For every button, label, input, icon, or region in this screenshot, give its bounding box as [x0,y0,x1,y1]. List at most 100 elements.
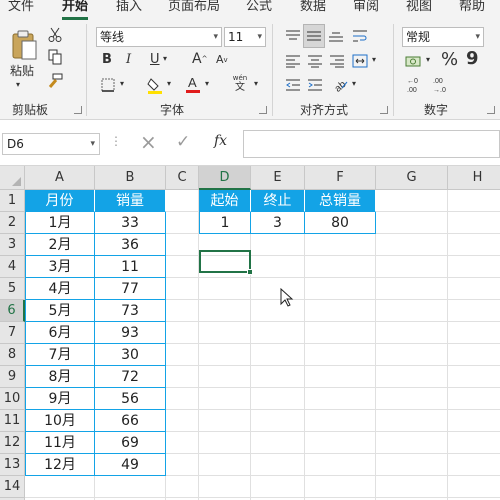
table1-data-cell[interactable]: 4月 [25,278,95,300]
orientation-icon[interactable]: ab [330,74,350,94]
cell-g8[interactable] [376,344,448,366]
row-header-8[interactable]: 8 [0,344,25,366]
cell-c3[interactable] [166,234,199,256]
column-header-b[interactable]: B [95,166,166,190]
font-launcher-icon[interactable] [259,106,267,114]
cell-f14[interactable] [305,476,376,498]
align-left-icon[interactable] [283,51,303,71]
cell-g10[interactable] [376,388,448,410]
underline-dropdown-icon[interactable]: ▾ [163,54,167,63]
row-header-7[interactable]: 7 [0,322,25,344]
italic-button[interactable]: I [126,52,131,67]
table1-data-cell[interactable]: 1月 [25,212,95,234]
cell-c8[interactable] [166,344,199,366]
bold-button[interactable]: B [102,52,112,67]
cell-d14[interactable] [199,476,251,498]
table1-data-cell[interactable]: 49 [95,454,166,476]
cell-e3[interactable] [251,234,305,256]
borders-icon[interactable] [100,77,116,93]
menu-tab-file[interactable]: 文件 [8,0,34,17]
merge-dropdown-icon[interactable]: ▾ [372,55,376,64]
menu-tab-view[interactable]: 视图 [406,0,432,17]
cell-f10[interactable] [305,388,376,410]
number-format-combo[interactable]: 常规 ▾ [402,27,484,47]
accounting-dropdown-icon[interactable]: ▾ [426,55,430,64]
cell-d11[interactable] [199,410,251,432]
orientation-dropdown-icon[interactable]: ▾ [352,79,356,88]
column-header-c[interactable]: C [166,166,199,190]
row-header-5[interactable]: 5 [0,278,25,300]
row-header-3[interactable]: 3 [0,234,25,256]
table1-data-cell[interactable]: 9月 [25,388,95,410]
chevron-down-icon[interactable]: ▾ [213,28,218,46]
cell-c14[interactable] [166,476,199,498]
accounting-format-icon[interactable] [404,51,424,71]
cell-d6[interactable] [199,300,251,322]
borders-dropdown-icon[interactable]: ▾ [120,79,124,88]
cell-e9[interactable] [251,366,305,388]
menu-tab-data[interactable]: 数据 [300,0,326,17]
cell-h5[interactable] [448,278,500,300]
cell-h7[interactable] [448,322,500,344]
decrease-decimal-icon[interactable]: .00 →.0 [430,75,452,95]
cell-d13[interactable] [199,454,251,476]
cell-c11[interactable] [166,410,199,432]
cell-f6[interactable] [305,300,376,322]
cell-c10[interactable] [166,388,199,410]
font-color-icon[interactable]: A [184,74,202,94]
cell-a14[interactable] [25,476,95,498]
table1-data-cell[interactable]: 12月 [25,454,95,476]
cell-h6[interactable] [448,300,500,322]
cell-g2[interactable] [376,212,448,234]
phonetic-dropdown-icon[interactable]: ▾ [254,79,258,88]
cell-e12[interactable] [251,432,305,454]
more-options-icon[interactable]: ⋮ [110,134,122,148]
cell-f9[interactable] [305,366,376,388]
cell-b14[interactable] [95,476,166,498]
merge-center-icon[interactable] [350,51,370,71]
cell-h8[interactable] [448,344,500,366]
table2-header-cell[interactable]: 终止 [251,190,305,212]
table1-data-cell[interactable]: 5月 [25,300,95,322]
cell-g11[interactable] [376,410,448,432]
percent-button[interactable]: % [441,49,458,70]
table1-data-cell[interactable]: 77 [95,278,166,300]
column-header-a[interactable]: A [25,166,95,190]
cell-d8[interactable] [199,344,251,366]
cell-c1[interactable] [166,190,199,212]
paste-label[interactable]: 粘贴 [10,62,34,79]
table2-header-cell[interactable]: 起始 [199,190,251,212]
cell-c12[interactable] [166,432,199,454]
table1-header-cell[interactable]: 月份 [25,190,95,212]
cell-f3[interactable] [305,234,376,256]
row-header-12[interactable]: 12 [0,432,25,454]
cell-h4[interactable] [448,256,500,278]
row-header-1[interactable]: 1 [0,190,25,212]
align-middle-icon[interactable] [303,24,325,48]
insert-function-icon[interactable]: fx [214,133,227,149]
enter-icon[interactable]: ✓ [176,132,190,152]
cell-h10[interactable] [448,388,500,410]
formula-input[interactable] [243,130,500,158]
cell-e8[interactable] [251,344,305,366]
cell-g12[interactable] [376,432,448,454]
table1-data-cell[interactable]: 3月 [25,256,95,278]
table1-data-cell[interactable]: 69 [95,432,166,454]
clipboard-launcher-icon[interactable] [74,106,82,114]
align-right-icon[interactable] [327,51,347,71]
row-header-6[interactable]: 6 [0,300,25,322]
wrap-text-icon[interactable] [350,26,370,46]
underline-button[interactable]: U [150,52,160,67]
chevron-down-icon[interactable]: ▾ [257,28,262,46]
cell-f12[interactable] [305,432,376,454]
cell-f13[interactable] [305,454,376,476]
cell-h9[interactable] [448,366,500,388]
align-bottom-icon[interactable] [326,26,346,46]
cell-g9[interactable] [376,366,448,388]
alignment-launcher-icon[interactable] [380,106,388,114]
table1-data-cell[interactable]: 66 [95,410,166,432]
cell-d5[interactable] [199,278,251,300]
table2-header-cell[interactable]: 总销量 [305,190,376,212]
cell-e4[interactable] [251,256,305,278]
table1-data-cell[interactable]: 10月 [25,410,95,432]
